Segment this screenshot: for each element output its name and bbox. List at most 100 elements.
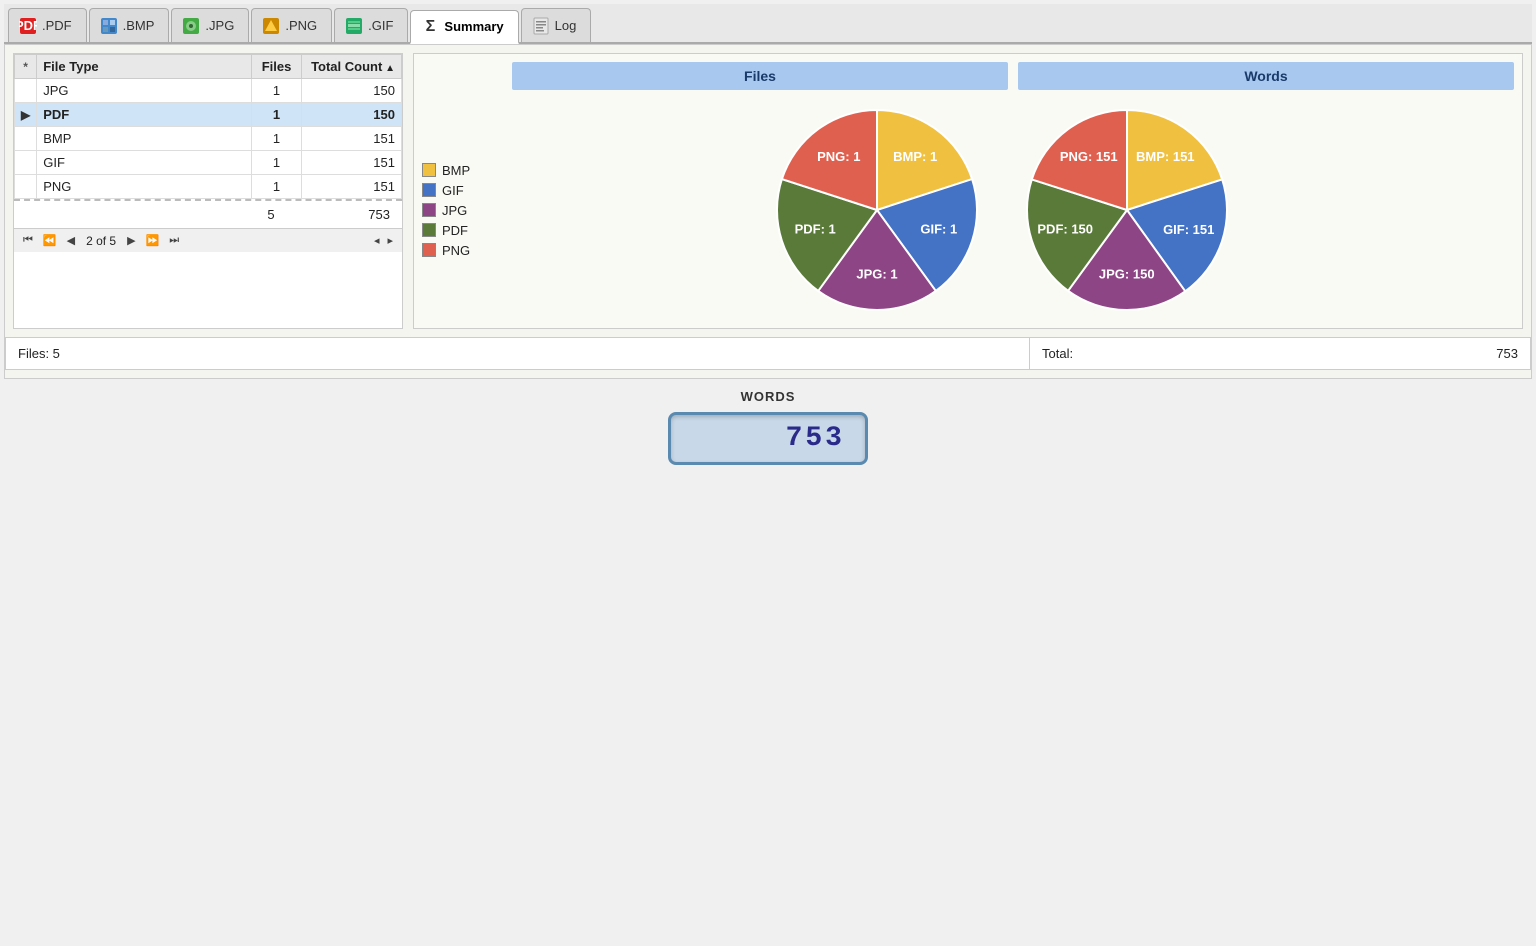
legend-item: PNG	[422, 243, 470, 258]
words-pie-wrapper: BMP: 151GIF: 151JPG: 150PDF: 150PNG: 151	[1017, 100, 1237, 320]
tab-pdf[interactable]: PDF .PDF	[8, 8, 87, 42]
row-count: 150	[302, 103, 402, 127]
words-chart-title: Words	[1018, 62, 1514, 90]
row-filetype: BMP	[37, 127, 252, 151]
status-files: Files: 5	[6, 338, 1030, 369]
tab-summary[interactable]: Σ Summary	[410, 10, 518, 44]
tab-bmp-label: .BMP	[123, 18, 155, 33]
legend-color-swatch	[422, 243, 436, 257]
chart-header: Files Words	[422, 62, 1514, 90]
footer-count: 753	[296, 205, 396, 224]
row-count: 151	[302, 151, 402, 175]
row-marker	[15, 79, 37, 103]
data-table: * File Type Files Total Count JPG 1 150 …	[14, 54, 402, 199]
pie-label: PDF: 150	[1037, 222, 1093, 237]
total-value: 753	[1496, 346, 1518, 361]
table-row[interactable]: GIF 1 151	[15, 151, 402, 175]
chart-body: BMPGIFJPGPDFPNG BMP: 1GIF: 1JPG: 1PDF: 1…	[422, 100, 1514, 320]
pagination-text: 2 of 5	[86, 234, 116, 248]
app-container: PDF .PDF .BMP	[0, 0, 1536, 946]
table-nav: ⏮ ⏪ ◀ 2 of 5 ▶ ⏩ ⏭ ◂ ▸	[14, 228, 402, 252]
legend-color-swatch	[422, 183, 436, 197]
svg-text:PDF: PDF	[19, 18, 37, 33]
col-filetype[interactable]: File Type	[37, 55, 252, 79]
legend-color-swatch	[422, 223, 436, 237]
legend-label: BMP	[442, 163, 470, 178]
table-row[interactable]: ▶ PDF 1 150	[15, 103, 402, 127]
tab-png[interactable]: .PNG	[251, 8, 332, 42]
table-row[interactable]: JPG 1 150	[15, 79, 402, 103]
nav-next[interactable]: ▶	[124, 233, 138, 248]
pie-label: JPG: 1	[856, 266, 897, 281]
legend-item: PDF	[422, 223, 470, 238]
row-files: 1	[252, 79, 302, 103]
legend-color-swatch	[422, 203, 436, 217]
row-files: 1	[252, 103, 302, 127]
pie-label: JPG: 150	[1099, 266, 1155, 281]
nav-prev-prev[interactable]: ⏪	[40, 233, 60, 248]
jpg-icon	[182, 17, 200, 35]
words-pie-chart: BMP: 151GIF: 151JPG: 150PDF: 150PNG: 151	[1017, 100, 1237, 320]
bottom-section: WORDS 753	[4, 379, 1532, 475]
files-pie-chart: BMP: 1GIF: 1JPG: 1PDF: 1PNG: 1	[767, 100, 987, 320]
status-bar: Files: 5 Total: 753	[5, 337, 1531, 370]
legend-item: BMP	[422, 163, 470, 178]
row-marker: ▶	[15, 103, 37, 127]
table-row[interactable]: PNG 1 151	[15, 175, 402, 199]
sigma-icon: Σ	[421, 18, 439, 36]
tab-log-label: Log	[555, 18, 577, 33]
row-filetype: PDF	[37, 103, 252, 127]
nav-next-next[interactable]: ⏩	[143, 233, 163, 248]
footer-files: 5	[246, 205, 296, 224]
table-panel: * File Type Files Total Count JPG 1 150 …	[13, 53, 403, 329]
row-files: 1	[252, 175, 302, 199]
tab-gif-label: .GIF	[368, 18, 393, 33]
log-icon	[532, 17, 550, 35]
pie-label: PDF: 1	[795, 222, 836, 237]
pie-label: BMP: 1	[893, 149, 937, 164]
pdf-icon: PDF	[19, 17, 37, 35]
pie-label: PNG: 1	[817, 149, 860, 164]
row-marker	[15, 127, 37, 151]
nav-last[interactable]: ⏭	[166, 233, 182, 248]
row-marker	[15, 175, 37, 199]
status-total: Total: 753	[1030, 338, 1530, 369]
files-pie-wrapper: BMP: 1GIF: 1JPG: 1PDF: 1PNG: 1	[767, 100, 987, 320]
row-count: 150	[302, 79, 402, 103]
tab-jpg-label: .JPG	[205, 18, 234, 33]
lcd-display: 753	[668, 412, 868, 465]
pie-label: BMP: 151	[1136, 149, 1195, 164]
tab-jpg[interactable]: .JPG	[171, 8, 249, 42]
row-filetype: GIF	[37, 151, 252, 175]
scroll-left[interactable]: ◂	[371, 233, 383, 248]
total-label: Total:	[1042, 346, 1073, 361]
col-marker: *	[15, 55, 37, 79]
bmp-icon	[100, 17, 118, 35]
legend-label: JPG	[442, 203, 467, 218]
row-marker	[15, 151, 37, 175]
words-section-label: WORDS	[741, 389, 796, 404]
tab-summary-label: Summary	[444, 19, 503, 34]
row-filetype: JPG	[37, 79, 252, 103]
pie-label: PNG: 151	[1060, 149, 1118, 164]
legend-item: JPG	[422, 203, 470, 218]
tab-log[interactable]: Log	[521, 8, 592, 42]
col-count[interactable]: Total Count	[302, 55, 402, 79]
col-files[interactable]: Files	[252, 55, 302, 79]
tab-pdf-label: .PDF	[42, 18, 72, 33]
tab-gif[interactable]: .GIF	[334, 8, 408, 42]
legend-label: PNG	[442, 243, 470, 258]
scroll-right[interactable]: ▸	[384, 233, 396, 248]
legend-label: GIF	[442, 183, 464, 198]
nav-prev[interactable]: ◀	[64, 233, 78, 248]
legend-item: GIF	[422, 183, 470, 198]
main-content: * File Type Files Total Count JPG 1 150 …	[4, 44, 1532, 379]
legend-label: PDF	[442, 223, 468, 238]
tab-bmp[interactable]: .BMP	[89, 8, 170, 42]
scroll-arrows: ◂ ▸	[371, 233, 396, 248]
table-row[interactable]: BMP 1 151	[15, 127, 402, 151]
row-files: 1	[252, 127, 302, 151]
nav-first[interactable]: ⏮	[20, 233, 36, 248]
row-files: 1	[252, 151, 302, 175]
chart-panel: Files Words BMPGIFJPGPDFPNG BMP: 1GIF: 1…	[413, 53, 1523, 329]
